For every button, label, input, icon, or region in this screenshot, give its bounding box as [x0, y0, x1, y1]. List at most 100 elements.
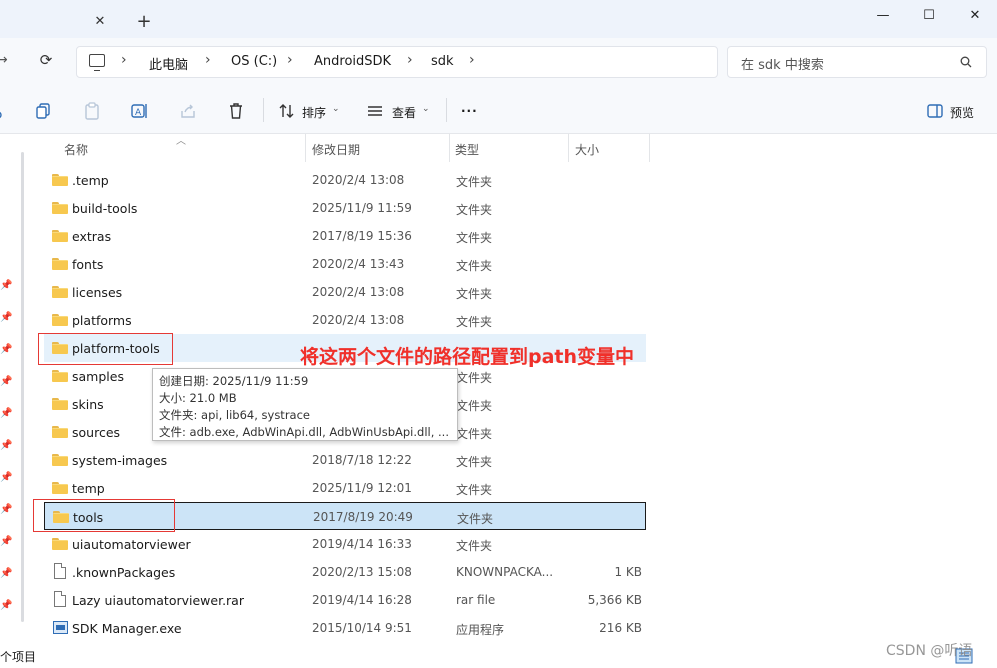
- command-bar: A 排序 ⌄ 查看 ⌄ ··· 预览: [0, 86, 997, 134]
- share-icon[interactable]: [179, 102, 197, 120]
- close-button[interactable]: ✕: [952, 2, 997, 30]
- file-type: 文件夹: [456, 539, 493, 553]
- folder-icon: [52, 453, 68, 466]
- file-row[interactable]: platforms 2020/2/4 13:08 文件夹: [44, 306, 646, 334]
- file-type: 文件夹: [456, 315, 493, 329]
- forward-arrow-icon[interactable]: →: [0, 52, 8, 68]
- svg-text:A: A: [135, 108, 142, 118]
- file-type: 应用程序: [456, 623, 505, 637]
- tab-close-icon[interactable]: ✕: [90, 12, 110, 32]
- column-name[interactable]: 名称: [64, 141, 88, 158]
- file-name: .knownPackages: [72, 565, 176, 580]
- navigation-scrollbar[interactable]: [21, 152, 24, 622]
- rename-icon[interactable]: A: [131, 102, 149, 120]
- file-date: 2020/2/13 15:08: [312, 565, 412, 579]
- file-row[interactable]: .knownPackages 2020/2/13 15:08 KNOWNPACKA.…: [44, 558, 646, 586]
- pin-icon[interactable]: 📌: [0, 280, 12, 292]
- chevron-right-icon[interactable]: ›: [469, 52, 475, 68]
- pin-icon[interactable]: 📌: [0, 472, 12, 484]
- pin-icon[interactable]: 📌: [0, 600, 12, 612]
- pin-icon[interactable]: 📌: [0, 440, 12, 452]
- file-date: 2019/4/14 16:28: [312, 593, 412, 607]
- column-divider[interactable]: [568, 134, 569, 162]
- file-type: 文件夹: [456, 287, 493, 301]
- annotation-text: 将这两个文件的路径配置到path变量中: [300, 346, 635, 368]
- breadcrumb-androidsdk[interactable]: AndroidSDK: [314, 54, 391, 69]
- chevron-down-icon[interactable]: ⌄: [422, 104, 430, 114]
- chevron-right-icon[interactable]: ›: [407, 52, 413, 68]
- copy-icon[interactable]: [35, 102, 53, 120]
- breadcrumb-drive-c[interactable]: OS (C:): [231, 54, 277, 69]
- file-row[interactable]: extras 2017/8/19 15:36 文件夹: [44, 222, 646, 250]
- file-name: fonts: [72, 257, 104, 272]
- column-type[interactable]: 类型: [455, 141, 479, 158]
- file-type: 文件夹: [456, 231, 493, 245]
- breadcrumb-this-pc[interactable]: 此电脑: [149, 54, 188, 73]
- search-input[interactable]: 在 sdk 中搜索: [727, 46, 987, 78]
- delete-icon[interactable]: [227, 102, 245, 120]
- pin-icon[interactable]: 📌: [0, 568, 12, 580]
- cut-icon[interactable]: [0, 102, 10, 120]
- column-divider[interactable]: [649, 134, 650, 162]
- view-button[interactable]: 查看: [392, 104, 416, 121]
- chevron-down-icon[interactable]: ⌄: [332, 104, 340, 114]
- file-name: temp: [72, 481, 105, 496]
- file-name: SDK Manager.exe: [72, 621, 182, 636]
- column-date[interactable]: 修改日期: [312, 141, 360, 158]
- address-bar[interactable]: › 此电脑 › OS (C:) › AndroidSDK › sdk ›: [76, 46, 718, 78]
- new-tab-icon[interactable]: +: [133, 11, 155, 33]
- file-date: 2017/8/19 15:36: [312, 229, 412, 243]
- pin-icon[interactable]: 📌: [0, 344, 12, 356]
- tooltip-files: 文件: adb.exe, AdbWinApi.dll, AdbWinUsbApi…: [159, 425, 449, 439]
- file-date: 2017/8/19 20:49: [313, 510, 413, 524]
- file-row[interactable]: SDK Manager.exe 2015/10/14 9:51 应用程序 216 KB: [44, 614, 646, 642]
- file-name: skins: [72, 397, 104, 412]
- chevron-right-icon[interactable]: ›: [205, 52, 211, 68]
- breadcrumb-sdk[interactable]: sdk: [431, 54, 454, 69]
- refresh-icon[interactable]: ⟳: [36, 51, 56, 71]
- folder-icon: [52, 397, 68, 410]
- preview-button[interactable]: 预览: [950, 104, 974, 121]
- file-date: 2018/7/18 12:22: [312, 453, 412, 467]
- view-icon[interactable]: [366, 102, 384, 120]
- sort-icon[interactable]: [278, 102, 296, 120]
- status-bar: 个项目: [0, 646, 997, 668]
- file-row[interactable]: uiautomatorviewer 2019/4/14 16:33 文件夹: [44, 530, 646, 558]
- paste-icon[interactable]: [83, 102, 101, 120]
- file-icon: [54, 591, 66, 607]
- folder-icon: [52, 369, 68, 382]
- preview-pane-icon[interactable]: [926, 102, 944, 120]
- file-row[interactable]: build-tools 2025/11/9 11:59 文件夹: [44, 194, 646, 222]
- sort-button[interactable]: 排序: [302, 104, 326, 121]
- file-date: 2025/11/9 12:01: [312, 481, 412, 495]
- pin-icon[interactable]: 📌: [0, 312, 12, 324]
- minimize-button[interactable]: —: [860, 2, 906, 30]
- chevron-right-icon[interactable]: ›: [121, 52, 127, 68]
- file-date: 2015/10/14 9:51: [312, 621, 412, 635]
- more-options-button[interactable]: ···: [461, 104, 478, 118]
- file-row[interactable]: .temp 2020/2/4 13:08 文件夹: [44, 166, 646, 194]
- file-name: sources: [72, 425, 121, 440]
- chevron-right-icon[interactable]: ›: [287, 52, 293, 68]
- file-row[interactable]: licenses 2020/2/4 13:08 文件夹: [44, 278, 646, 306]
- file-type: 文件夹: [456, 427, 493, 441]
- column-divider[interactable]: [305, 134, 306, 162]
- application-icon: [53, 621, 68, 634]
- file-size: 216 KB: [599, 621, 642, 635]
- file-row[interactable]: system-images 2018/7/18 12:22 文件夹: [44, 446, 646, 474]
- maximize-button[interactable]: ☐: [906, 2, 952, 30]
- pin-icon[interactable]: 📌: [0, 376, 12, 388]
- file-row[interactable]: temp 2025/11/9 12:01 文件夹: [44, 474, 646, 502]
- file-type: 文件夹: [456, 371, 493, 385]
- pin-icon[interactable]: 📌: [0, 408, 12, 420]
- pin-icon[interactable]: 📌: [0, 536, 12, 548]
- pin-icon[interactable]: 📌: [0, 504, 12, 516]
- column-size[interactable]: 大小: [575, 141, 599, 158]
- file-row[interactable]: Lazy uiautomatorviewer.rar 2019/4/14 16:2…: [44, 586, 646, 614]
- column-divider[interactable]: [449, 134, 450, 162]
- file-date: 2025/11/9 11:59: [312, 201, 412, 215]
- file-row[interactable]: fonts 2020/2/4 13:43 文件夹: [44, 250, 646, 278]
- file-name: .temp: [72, 173, 109, 188]
- file-date: 2020/2/4 13:08: [312, 285, 405, 299]
- file-date: 2020/2/4 13:08: [312, 173, 405, 187]
